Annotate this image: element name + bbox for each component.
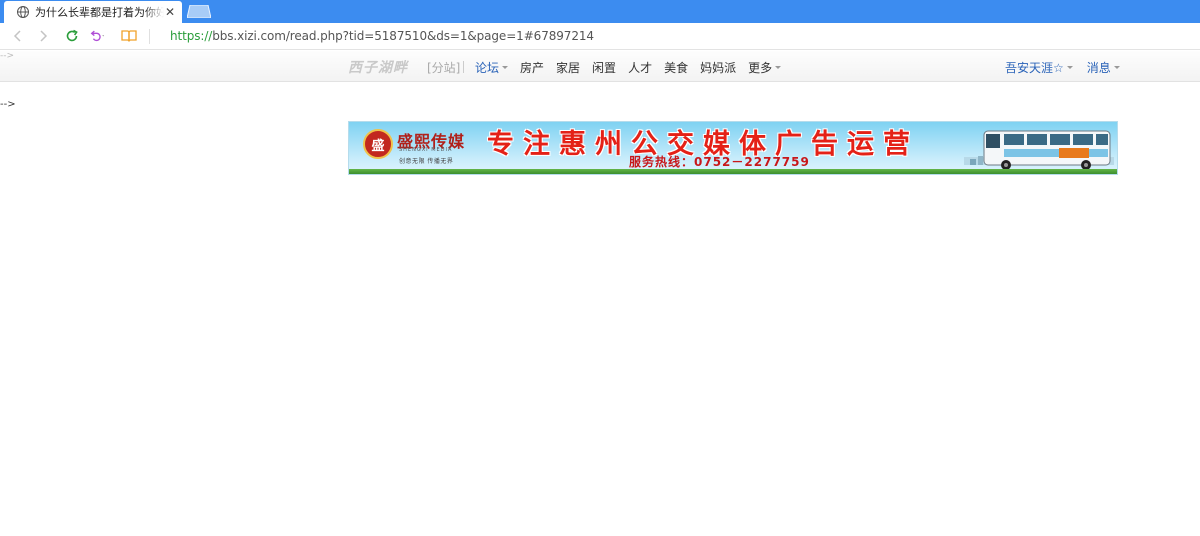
back-icon[interactable] (10, 28, 26, 44)
messages-label: 消息 (1086, 61, 1111, 75)
stray-comment-text: --> (0, 51, 15, 61)
banner-hotline: 服务热线：0752－2277759 (629, 155, 810, 169)
menu-item-label: 家居 (556, 61, 581, 75)
refresh-icon[interactable] (64, 28, 80, 44)
banner-brand-en: SHENGXI MEDIA (399, 147, 453, 153)
url-path: bbs.xizi.com/read.php?tid=5187510&ds=1&p… (212, 29, 594, 43)
site-top-nav: --> 西子湖畔 [分站] 论坛 房产 家居 闲置 人才 美食 妈妈派 更多 吾安天涯☆ 消息 (0, 51, 1200, 82)
bus-image (964, 127, 1114, 171)
new-tab-button[interactable] (186, 4, 212, 19)
ad-banner[interactable]: 盛 盛熙传媒 SHENGXI MEDIA 创意无限 传播无界 专注惠州公交媒体广… (348, 121, 1118, 175)
forward-icon[interactable] (35, 28, 51, 44)
menu-item-label: 论坛 (475, 61, 500, 75)
book-icon[interactable] (121, 28, 137, 44)
menu-item-label: 人才 (628, 61, 653, 75)
branch-link[interactable]: [分站] (427, 59, 460, 76)
menu-item-label: 妈妈派 (700, 61, 737, 75)
undo-icon[interactable] (89, 28, 105, 44)
user-name: 吾安天涯☆ (1005, 61, 1064, 75)
chevron-down-icon (1066, 66, 1073, 69)
nav-divider (463, 61, 464, 73)
user-name-menu[interactable]: 吾安天涯☆ (1005, 59, 1073, 76)
banner-tagline: 创意无限 传播无界 (399, 158, 454, 165)
menu-item-label: 房产 (520, 61, 545, 75)
menu-item-label: 更多 (748, 61, 773, 75)
banner-grass-strip (349, 169, 1117, 174)
chevron-down-icon (502, 66, 509, 69)
menu-item-3[interactable]: 闲置 (592, 59, 616, 76)
menu-item-6[interactable]: 妈妈派 (700, 59, 736, 76)
close-icon[interactable]: ✕ (164, 6, 176, 18)
address-bar: https://bbs.xizi.com/read.php?tid=518751… (0, 23, 1200, 50)
url-scheme: https:// (170, 29, 213, 43)
menu-item-2[interactable]: 家居 (556, 59, 580, 76)
chevron-down-icon (1113, 66, 1120, 69)
menu-item-1[interactable]: 房产 (520, 59, 544, 76)
menu-item-5[interactable]: 美食 (664, 59, 688, 76)
site-logo[interactable]: 西子湖畔 (348, 57, 408, 77)
user-area: 吾安天涯☆ 消息 (1005, 59, 1134, 76)
url-field[interactable]: https://bbs.xizi.com/read.php?tid=518751… (170, 29, 594, 43)
messages-menu[interactable]: 消息 (1087, 59, 1120, 76)
address-divider (149, 29, 150, 44)
menu-item-4[interactable]: 人才 (628, 59, 652, 76)
menu-item-7[interactable]: 更多 (748, 59, 782, 76)
menu-item-0[interactable]: 论坛 (475, 59, 509, 76)
chevron-down-icon (775, 66, 782, 69)
menu-item-label: 美食 (664, 61, 689, 75)
browser-tab[interactable]: 为什么长辈都是打着为你好的旗号 ✕ (4, 1, 182, 23)
globe-icon (16, 5, 30, 19)
brand-logo-glyph: 盛 (371, 138, 385, 154)
main-menu: 论坛 房产 家居 闲置 人才 美食 妈妈派 更多 (475, 59, 793, 76)
brand-logo-icon: 盛 (363, 129, 393, 159)
stray-comment-text: --> (0, 99, 16, 110)
tab-title: 为什么长辈都是打着为你好的旗号 (35, 6, 164, 19)
menu-item-label: 闲置 (592, 61, 617, 75)
browser-tab-strip: 为什么长辈都是打着为你好的旗号 ✕ (0, 0, 1200, 23)
